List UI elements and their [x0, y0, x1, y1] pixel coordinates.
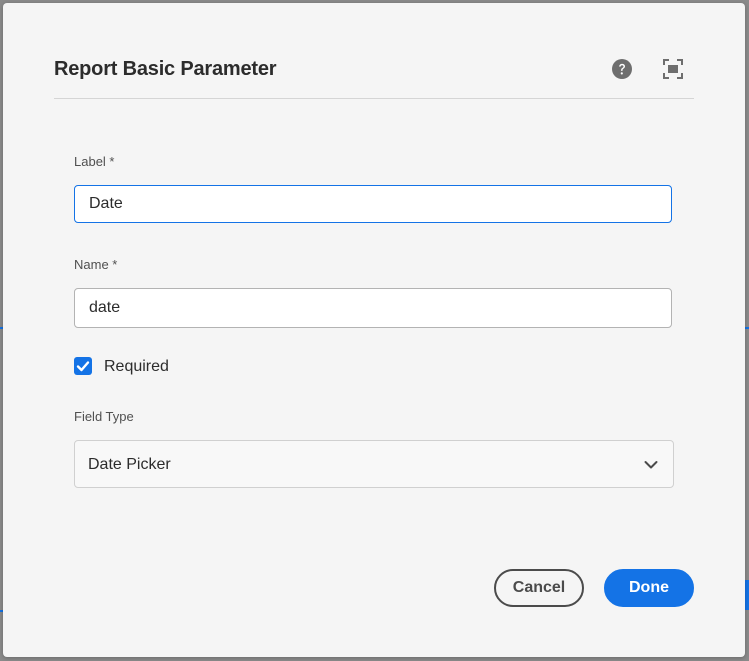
cancel-button[interactable]: Cancel [494, 569, 584, 607]
report-parameter-dialog: Report Basic Parameter Label * Name * Re… [3, 3, 745, 657]
done-button[interactable]: Done [604, 569, 694, 607]
fullscreen-icon[interactable] [662, 58, 684, 80]
chevron-down-icon [644, 461, 658, 469]
field-type-selected-value: Date Picker [88, 456, 171, 473]
dialog-title: Report Basic Parameter [54, 58, 277, 80]
name-field-label: Name * [74, 257, 118, 272]
required-checkbox[interactable] [74, 357, 92, 375]
label-input[interactable] [74, 185, 672, 223]
field-type-label: Field Type [74, 409, 134, 424]
help-circle-icon[interactable] [611, 58, 633, 80]
name-input[interactable] [74, 288, 672, 328]
label-field-label: Label * [74, 154, 115, 169]
header-divider [54, 98, 694, 99]
required-checkbox-label[interactable]: Required [104, 358, 169, 376]
field-type-select[interactable]: Date Picker [74, 440, 674, 488]
checkmark-icon [76, 361, 90, 372]
